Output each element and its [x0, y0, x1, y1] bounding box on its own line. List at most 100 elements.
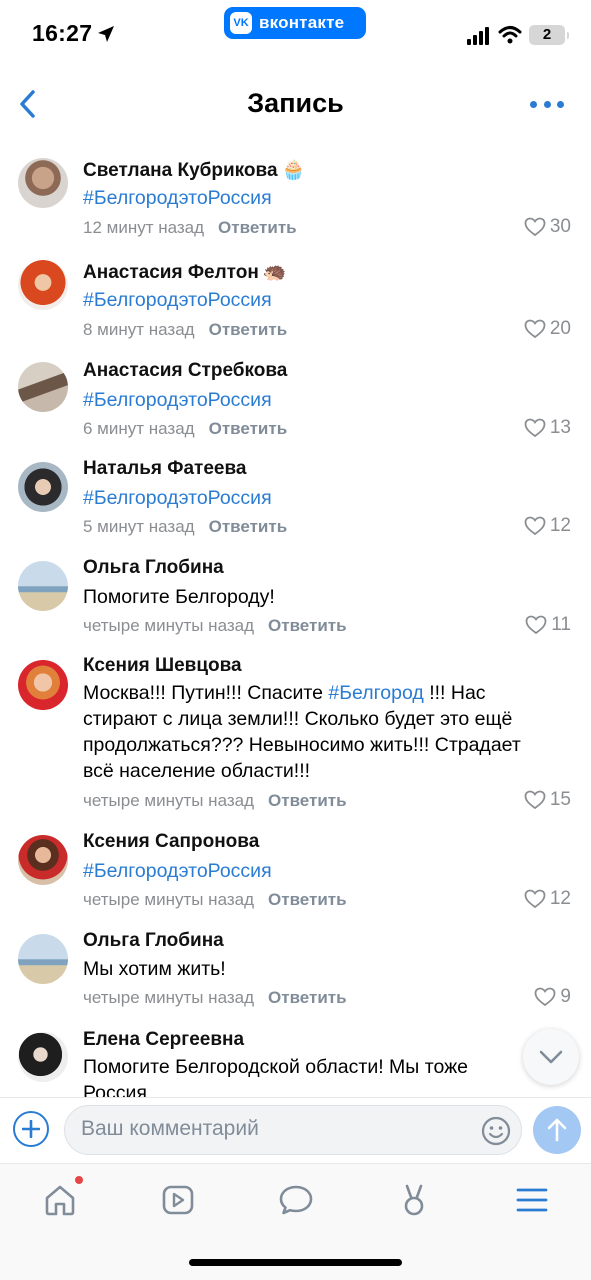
comment-author[interactable]: Ольга Глобина: [83, 557, 224, 579]
comment-body: Москва!!! Путин!!! Спасите: [83, 682, 329, 704]
reply-button[interactable]: Ответить: [209, 320, 288, 339]
home-icon: [45, 1185, 75, 1216]
tab-clips[interactable]: [394, 1180, 434, 1220]
avatar[interactable]: [18, 660, 68, 710]
hashtag-link[interactable]: #БелгородэтоРоссия: [83, 187, 272, 209]
vk-app-badge-label: вконтакте: [259, 13, 345, 32]
avatar[interactable]: [18, 362, 68, 412]
comment-time: 6 минут назад: [83, 419, 195, 438]
battery-indicator: 2: [529, 25, 569, 45]
avatar[interactable]: [18, 561, 68, 611]
vk-logo-icon: VK: [230, 12, 252, 34]
like-button[interactable]: 30: [524, 216, 571, 238]
avatar[interactable]: [18, 934, 68, 984]
tab-video[interactable]: [158, 1180, 198, 1220]
comment-author-name: Ольга Глобина: [83, 930, 224, 951]
like-button[interactable]: 12: [524, 515, 571, 537]
more-dot: [557, 100, 564, 108]
status-bar: 16:27 VK вконтакте 2: [0, 0, 591, 70]
plus-circle-icon: [22, 1120, 40, 1138]
tab-messages[interactable]: [276, 1180, 316, 1220]
like-count: 30: [549, 216, 571, 237]
comment-input-wrapper: [64, 1105, 522, 1155]
comment-text: #БелгородэтоРоссия: [83, 858, 553, 884]
comment-time: 5 минут назад: [83, 517, 195, 536]
reply-button[interactable]: Ответить: [209, 419, 288, 438]
vk-app-badge[interactable]: VK вконтакте: [224, 7, 366, 39]
comment-author-name: Светлана Кубрикова: [83, 160, 278, 181]
scroll-down-button[interactable]: [523, 1029, 579, 1085]
comment-author[interactable]: Ольга Глобина: [83, 930, 224, 952]
author-status-emoji: 🧁: [281, 160, 306, 181]
add-attachment-button[interactable]: [13, 1111, 49, 1147]
comment-body: Мы хотим жить!: [83, 958, 226, 980]
reply-button[interactable]: Ответить: [209, 517, 288, 536]
heart-icon: [524, 889, 546, 909]
comment-input[interactable]: [81, 1117, 461, 1141]
comment-meta: четыре минуты назад Ответить: [83, 988, 347, 1008]
comment-author[interactable]: Наталья Фатеева: [83, 458, 247, 480]
hashtag-link[interactable]: #Белгород: [328, 682, 423, 704]
heart-icon: [525, 615, 547, 635]
like-button[interactable]: 15: [524, 789, 571, 811]
comment-time: четыре минуты назад: [83, 616, 255, 635]
comment-author[interactable]: Ксения Шевцова: [83, 655, 242, 677]
comment-author[interactable]: Анастасия Стребкова: [83, 360, 287, 382]
comment-meta: 6 минут назад Ответить: [83, 419, 287, 439]
comment-meta: 8 минут назад Ответить: [83, 320, 287, 340]
like-button[interactable]: 12: [524, 888, 571, 910]
like-count: 11: [551, 614, 571, 635]
page-title: Запись: [247, 88, 344, 118]
comment-text: #БелгородэтоРоссия: [83, 387, 553, 413]
chevron-down-icon: [539, 1050, 563, 1064]
author-status-emoji: 🦔: [262, 262, 287, 283]
comment-text: Мы хотим жить!: [83, 956, 553, 982]
avatar[interactable]: [18, 462, 68, 512]
comment-meta: 12 минут назад Ответить: [83, 218, 297, 238]
smile-icon[interactable]: [481, 1116, 511, 1146]
comment-meta: четыре минуты назад Ответить: [83, 616, 347, 636]
avatar[interactable]: [18, 1032, 68, 1082]
more-options-button[interactable]: [530, 96, 564, 112]
hashtag-link[interactable]: #БелгородэтоРоссия: [83, 860, 272, 882]
reply-button[interactable]: Ответить: [268, 890, 347, 909]
more-dots-icon: [530, 100, 537, 108]
bottom-tab-bar: [0, 1163, 591, 1280]
like-button[interactable]: 20: [524, 318, 571, 340]
like-count: 12: [549, 888, 571, 909]
hashtag-link[interactable]: #БелгородэтоРоссия: [83, 289, 272, 311]
comment-author[interactable]: Светлана Кубрикова 🧁: [83, 158, 305, 182]
hashtag-link[interactable]: #БелгородэтоРоссия: [83, 487, 272, 509]
avatar[interactable]: [18, 260, 68, 310]
clips-icon: [404, 1184, 424, 1216]
reply-button[interactable]: Ответить: [268, 791, 347, 810]
comment-author-name: Анастасия Фелтон: [83, 262, 259, 283]
reply-button[interactable]: Ответить: [268, 988, 347, 1007]
wifi-icon: [498, 26, 522, 44]
hashtag-link[interactable]: #БелгородэтоРоссия: [83, 389, 272, 411]
reply-button[interactable]: Ответить: [268, 616, 347, 635]
comment-body: Помогите Белгородской области! Мы тоже Р…: [83, 1056, 468, 1097]
send-button[interactable]: [533, 1106, 581, 1154]
comment-author[interactable]: Елена Сергеевна: [83, 1029, 244, 1051]
comment-time: четыре минуты назад: [83, 890, 255, 909]
comment-author-name: Ксения Шевцова: [83, 655, 242, 676]
like-button[interactable]: 9: [534, 986, 571, 1008]
like-button[interactable]: 13: [524, 417, 571, 439]
heart-icon: [524, 516, 546, 536]
comments-list[interactable]: Светлана Кубрикова 🧁 #БелгородэтоРоссия 1…: [0, 142, 591, 1097]
tab-menu[interactable]: [512, 1180, 552, 1220]
tab-home[interactable]: [40, 1180, 80, 1220]
like-button[interactable]: 11: [525, 614, 571, 636]
comment-author[interactable]: Анастасия Фелтон 🦔: [83, 260, 286, 284]
avatar[interactable]: [18, 835, 68, 885]
comment-text: #БелгородэтоРоссия: [83, 185, 553, 211]
comment-author-name: Елена Сергеевна: [83, 1029, 245, 1050]
comment-author[interactable]: Ксения Сапронова: [83, 831, 259, 853]
cellular-signal-icon: [467, 27, 489, 45]
reply-button[interactable]: Ответить: [218, 218, 297, 237]
avatar[interactable]: [18, 158, 68, 208]
comment-time: 8 минут назад: [83, 320, 195, 339]
comment-author-name: Наталья Фатеева: [83, 458, 247, 479]
like-count: 9: [560, 986, 571, 1007]
